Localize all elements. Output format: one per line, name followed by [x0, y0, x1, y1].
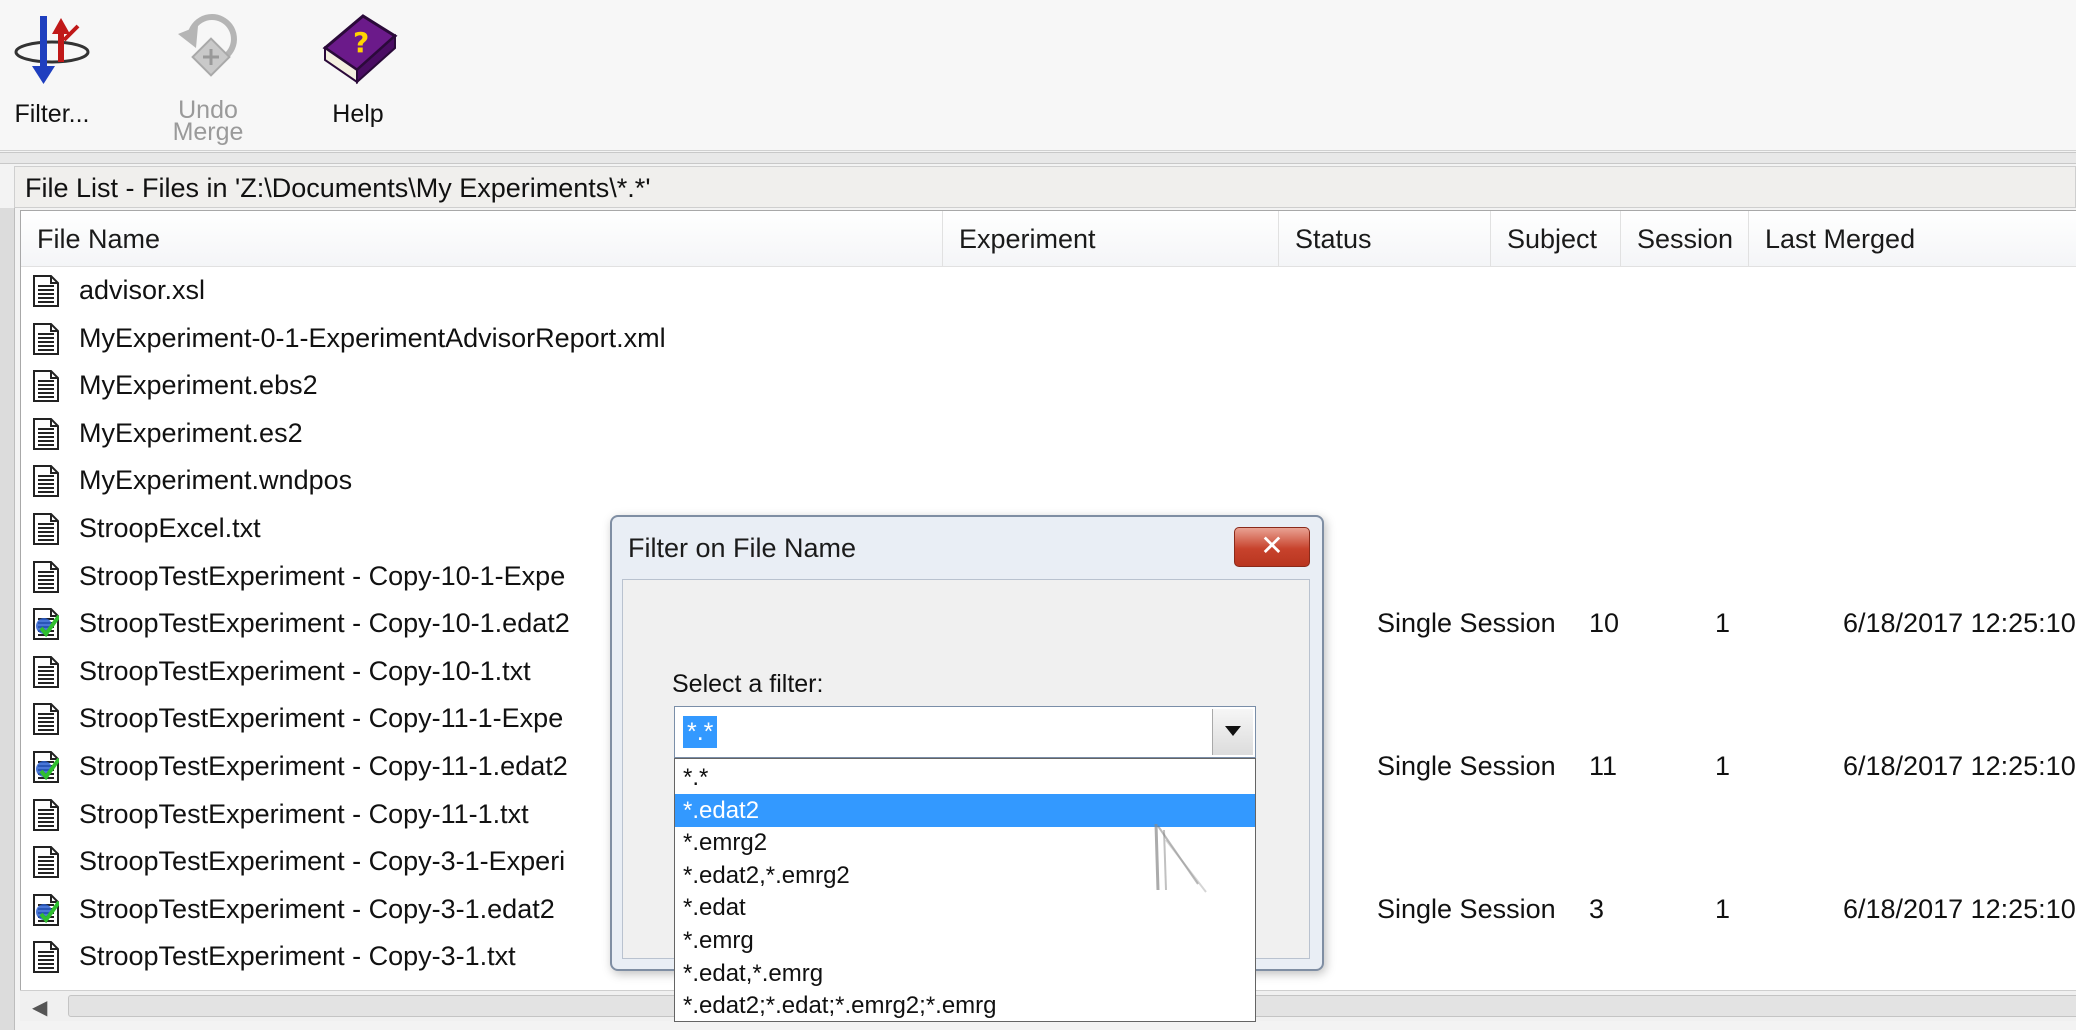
text-file-icon: [33, 417, 59, 450]
file-row[interactable]: MyExperiment-0-1-ExperimentAdvisorReport…: [21, 315, 2076, 362]
scroll-left-icon[interactable]: ◀: [32, 995, 47, 1020]
column-header-last-merged[interactable]: Last Merged: [1749, 211, 2076, 267]
file-name-cell: StroopTestExperiment - Copy-10-1-Expe: [79, 560, 566, 591]
undo-label-line2: Merge: [172, 118, 244, 146]
text-file-icon: [33, 941, 59, 974]
session-cell: 1: [1715, 893, 1731, 924]
dialog-close-button[interactable]: ✕: [1234, 527, 1310, 567]
text-file-icon: [33, 846, 59, 879]
file-name-cell: StroopExcel.txt: [79, 513, 261, 543]
file-row[interactable]: MyExperiment.wndpos: [21, 457, 2076, 504]
filter-combobox-value[interactable]: *.*: [683, 716, 718, 748]
text-file-icon: [33, 275, 59, 307]
file-name-cell: StroopTestExperiment - Copy-3-1.txt: [79, 941, 516, 972]
text-file-icon: [33, 465, 59, 498]
file-name-cell: StroopTestExperiment - Copy-10-1.txt: [79, 655, 531, 686]
last-merged-cell: 6/18/2017 12:25:10: [1843, 751, 2076, 781]
last-merged-cell: 6/18/2017 12:25:10: [1843, 608, 2076, 639]
text-file-icon: [33, 798, 59, 831]
session-cell: 1: [1715, 608, 1731, 639]
column-header-file-name[interactable]: File Name: [21, 211, 943, 267]
file-list-title: File List - Files in 'Z:\Documents\My Ex…: [14, 166, 2076, 208]
edat-file-icon: [33, 608, 59, 641]
close-icon: ✕: [1260, 530, 1284, 561]
filter-icon: [14, 16, 90, 84]
chevron-down-icon: [1225, 726, 1241, 736]
filter-option[interactable]: *.edat,*.emrg: [675, 957, 1255, 990]
filter-combobox[interactable]: *.*: [674, 706, 1256, 758]
column-header-status[interactable]: Status: [1279, 211, 1491, 267]
session-cell: 1: [1715, 751, 1731, 781]
last-merged-cell: 6/18/2017 12:25:10: [1843, 893, 2076, 924]
column-header-experiment[interactable]: Experiment: [943, 211, 1279, 267]
edat-file-icon: [33, 893, 59, 926]
file-name-cell: StroopTestExperiment - Copy-11-1.edat2: [79, 751, 568, 781]
toolbar-separator: [0, 152, 2076, 164]
column-header-session[interactable]: Session: [1621, 211, 1749, 267]
mouse-cursor-icon: [1154, 823, 1207, 893]
text-file-icon: [33, 513, 59, 545]
file-name-cell: MyExperiment-0-1-ExperimentAdvisorReport…: [79, 322, 666, 353]
help-book-icon: ?: [322, 14, 398, 85]
file-name-cell: StroopTestExperiment - Copy-10-1.edat2: [79, 608, 570, 639]
file-name-cell: StroopTestExperiment - Copy-3-1.edat2: [79, 893, 555, 924]
edat-file-icon: [33, 751, 59, 783]
subject-cell: 3: [1589, 893, 1605, 924]
svg-text:?: ?: [353, 26, 369, 59]
left-pane-edge: [0, 208, 15, 1030]
undo-merge-icon: [178, 14, 237, 77]
subject-cell: 11: [1589, 751, 1618, 781]
file-row[interactable]: MyExperiment.ebs2: [21, 362, 2076, 409]
filter-option[interactable]: *.emrg: [675, 924, 1255, 957]
file-name-cell: advisor.xsl: [79, 275, 206, 305]
filter-label: Filter...: [14, 100, 90, 128]
file-name-cell: StroopTestExperiment - Copy-11-1.txt: [79, 798, 529, 829]
file-name-cell: MyExperiment.wndpos: [79, 465, 353, 496]
status-cell: Single Session: [1377, 893, 1556, 924]
toolbar: Filter... Undo Merge ? Help: [0, 0, 2076, 151]
file-name-cell: StroopTestExperiment - Copy-11-1-Expe: [79, 703, 564, 734]
text-file-icon: [33, 322, 59, 355]
file-name-cell: MyExperiment.ebs2: [79, 370, 318, 401]
undo-merge-button[interactable]: Undo Merge: [160, 8, 256, 146]
text-file-icon: [33, 655, 59, 688]
filter-button[interactable]: Filter...: [6, 8, 98, 127]
text-file-icon: [33, 560, 59, 593]
filter-option[interactable]: *.edat2;*.edat;*.emrg2;*.emrg: [675, 989, 1255, 1022]
file-row[interactable]: advisor.xsl: [21, 267, 2076, 314]
text-file-icon: [33, 703, 59, 736]
help-button[interactable]: ? Help: [310, 8, 406, 127]
text-file-icon: [33, 370, 59, 403]
file-row[interactable]: MyExperiment.es2: [21, 410, 2076, 457]
help-label: Help: [332, 100, 384, 128]
dialog-title: Filter on File Name: [628, 533, 857, 563]
status-cell: Single Session: [1377, 751, 1556, 781]
status-cell: Single Session: [1377, 608, 1556, 639]
subject-cell: 10: [1589, 608, 1620, 639]
column-header-subject[interactable]: Subject: [1491, 211, 1621, 267]
dropdown-button[interactable]: [1212, 709, 1253, 755]
select-filter-label: Select a filter:: [672, 670, 824, 698]
filter-option[interactable]: *.*: [675, 761, 1255, 794]
file-name-cell: StroopTestExperiment - Copy-3-1-Experi: [79, 846, 566, 877]
file-name-cell: MyExperiment.es2: [79, 417, 303, 448]
